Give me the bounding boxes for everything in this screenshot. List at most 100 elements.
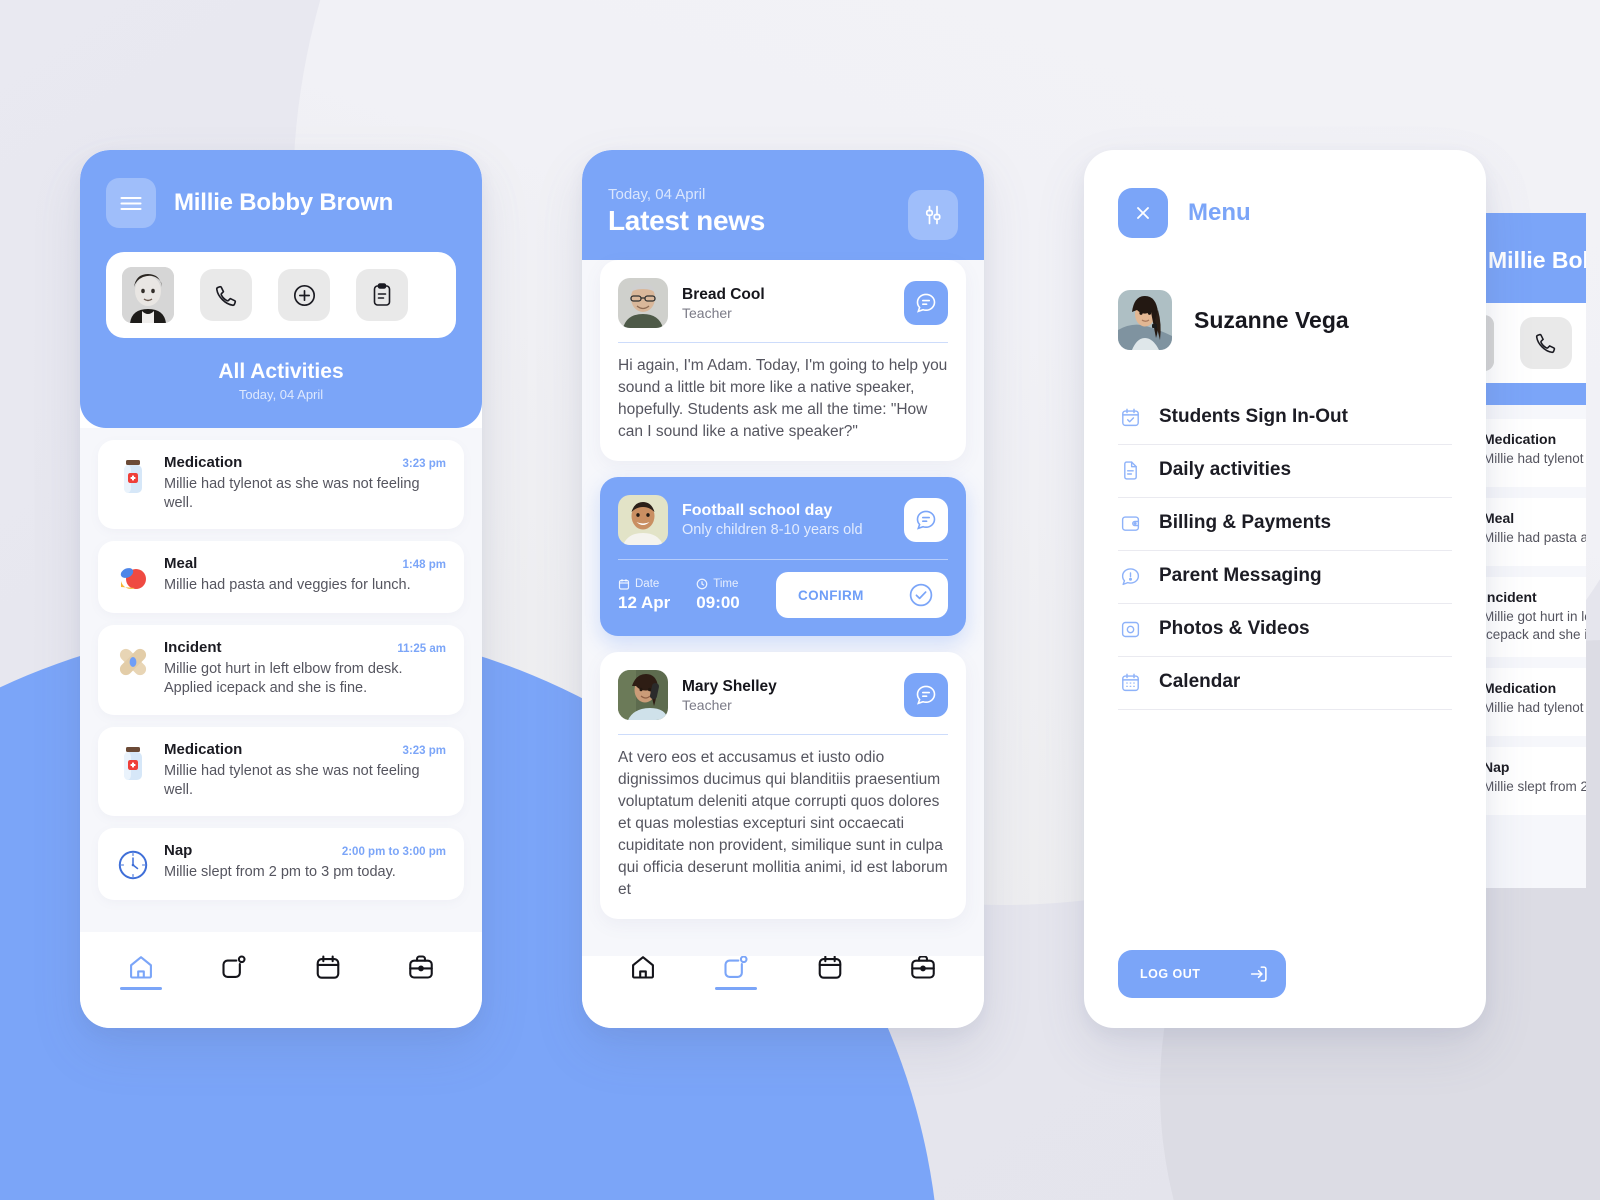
list-item-desc: Millie had pasta and veggies for lunch. xyxy=(164,577,411,594)
page-title: Millie Bobby Brown xyxy=(174,189,394,216)
list-item-title: Meal xyxy=(1483,510,1515,526)
menu-item-parent-messaging[interactable]: Parent Messaging xyxy=(1118,551,1452,604)
menu-item-label: Parent Messaging xyxy=(1159,565,1322,586)
divider xyxy=(618,342,948,343)
logout-button[interactable]: LOG OUT xyxy=(1118,950,1286,998)
event-time-block: Time 09:00 xyxy=(696,578,739,613)
event-subtitle: Only children 8-10 years old xyxy=(682,522,863,538)
section-heading: All Activities Today, 04 April xyxy=(106,360,456,402)
clock-icon xyxy=(696,578,708,590)
close-icon[interactable] xyxy=(1118,188,1168,238)
nav-item-home[interactable] xyxy=(94,953,188,990)
confirm-button-label: CONFIRM xyxy=(798,587,864,603)
news-author: Mary Shelley xyxy=(682,677,777,695)
event-time-label: Time xyxy=(713,577,739,590)
event-card[interactable]: Football school day Only children 8-10 y… xyxy=(600,477,966,636)
page-title: Latest news xyxy=(608,205,765,236)
list-item[interactable]: Meal 1:48 pm Millie had pasta and veggie… xyxy=(98,541,464,614)
event-time-value: 09:00 xyxy=(696,592,740,612)
nav-item-briefcase[interactable] xyxy=(375,953,469,990)
avatar xyxy=(618,278,668,328)
menu-item-students-sign-in-out[interactable]: Students Sign In-Out xyxy=(1118,392,1452,445)
avatar xyxy=(618,495,668,545)
page-title: Menu xyxy=(1188,199,1251,226)
event-date-block: Date 12 Apr xyxy=(618,578,670,613)
alert-bubble-icon xyxy=(1120,566,1141,587)
list-item-desc: Millie had tylenot as she was not feelin… xyxy=(164,762,420,798)
menu-item-label: Billing & Payments xyxy=(1159,512,1332,533)
activity-list: Medication 3:23 pm Millie had tylenot as… xyxy=(80,428,482,912)
user-profile[interactable]: Suzanne Vega xyxy=(1118,290,1452,350)
nav-item-calendar[interactable] xyxy=(281,953,375,990)
nav-item-briefcase[interactable] xyxy=(877,953,971,990)
list-item-desc: Millie had pasta and veggies for lunch. xyxy=(1483,530,1586,545)
list-item-desc: Millie got hurt in left elbow from desk.… xyxy=(164,661,403,697)
plus-circle-icon[interactable] xyxy=(278,269,330,321)
news-feed: Bread Cool Teacher Hi again, I'm Adam. T… xyxy=(582,260,984,956)
chat-bubble-icon[interactable] xyxy=(904,498,948,542)
phone-icon[interactable] xyxy=(200,269,252,321)
list-item-title: Nap xyxy=(164,841,193,859)
menu-item-daily-activities[interactable]: Daily activities xyxy=(1118,445,1452,498)
nav-active-indicator xyxy=(715,986,758,990)
menu-item-photos-videos[interactable]: Photos & Videos xyxy=(1118,604,1452,657)
sliders-icon[interactable] xyxy=(908,190,958,240)
phone-icon[interactable] xyxy=(1520,317,1572,369)
document-icon xyxy=(1120,460,1141,481)
list-item-time: 2:00 pm to 3:00 pm xyxy=(341,845,446,858)
chat-bubble-icon[interactable] xyxy=(904,281,948,325)
meal-icon xyxy=(116,559,150,597)
list-item[interactable]: Nap 2:00 pm to 3:00 pm Millie slept from… xyxy=(98,827,464,900)
list-item-title: Incident xyxy=(1483,589,1537,605)
clipboard-icon[interactable] xyxy=(356,269,408,321)
list-item[interactable]: Medication 3:23 pm Millie had tylenot as… xyxy=(98,726,464,816)
wallet-icon xyxy=(1120,513,1141,534)
event-date-label: Date xyxy=(635,577,660,590)
list-item-title: Nap xyxy=(1483,759,1510,776)
calendar-icon xyxy=(1120,672,1141,693)
list-item-desc: Millie had tylenot as she was not feelin… xyxy=(1483,451,1586,466)
calendar-icon xyxy=(618,578,630,590)
nav-item-news[interactable] xyxy=(690,953,784,990)
camera-icon xyxy=(1120,619,1141,640)
news-date: Today, 04 April xyxy=(608,186,706,203)
nav-item-calendar[interactable] xyxy=(783,953,877,990)
list-item-time: 3:23 pm xyxy=(402,458,446,470)
divider xyxy=(618,559,948,560)
menu-item-label: Calendar xyxy=(1159,671,1241,692)
medication-bottle-icon xyxy=(116,745,150,783)
list-item-desc: Millie slept from 2 pm to 3 pm today. xyxy=(1483,779,1586,795)
chat-bubble-icon[interactable] xyxy=(904,673,948,717)
news-author: Bread Cool xyxy=(682,285,765,303)
nav-item-news[interactable] xyxy=(188,953,282,990)
list-item-title: Medication xyxy=(1483,680,1557,697)
user-name: Suzanne Vega xyxy=(1194,306,1349,333)
list-item-title: Medication xyxy=(164,740,243,758)
list-spacer xyxy=(80,911,482,932)
list-item-desc: Millie had tylenot as she was not feelin… xyxy=(164,476,420,512)
nav-item-home[interactable] xyxy=(596,953,690,990)
menu-item-calendar[interactable]: Calendar xyxy=(1118,657,1452,710)
list-item-time: 1:48 pm xyxy=(402,559,446,572)
menu-item-label: Daily activities xyxy=(1159,459,1292,480)
event-title: Football school day xyxy=(682,502,833,519)
list-item[interactable]: Medication 3:23 pm Millie had tylenot as… xyxy=(98,440,464,530)
avatar xyxy=(618,670,668,720)
news-body: At vero eos et accusamus et iusto odio d… xyxy=(618,749,948,898)
news-role: Teacher xyxy=(682,304,732,321)
confirm-button[interactable]: CONFIRM xyxy=(776,572,948,618)
news-post[interactable]: Bread Cool Teacher Hi again, I'm Adam. T… xyxy=(600,260,966,461)
hamburger-icon[interactable] xyxy=(106,178,156,228)
menu-item-label: Students Sign In-Out xyxy=(1159,406,1348,427)
list-item[interactable]: Incident 11:25 am Millie got hurt in lef… xyxy=(98,625,464,715)
calendar-check-icon xyxy=(1120,407,1141,428)
news-post[interactable]: Mary Shelley Teacher At vero eos et accu… xyxy=(600,652,966,919)
list-item-time: 3:23 pm xyxy=(402,744,446,757)
menu-item-billing-payments[interactable]: Billing & Payments xyxy=(1118,498,1452,551)
avatar[interactable] xyxy=(122,267,174,323)
phone-menu-screen: Menu Suzanne Vega Students Sign In-Out D… xyxy=(1084,150,1486,1028)
list-item-time: 11:25 am xyxy=(397,643,446,656)
clock-icon xyxy=(116,846,150,884)
peek-title: Millie Bobby Brown xyxy=(1488,246,1586,273)
phone-news-screen: Today, 04 April Latest news Bread Cool T… xyxy=(582,150,984,1028)
